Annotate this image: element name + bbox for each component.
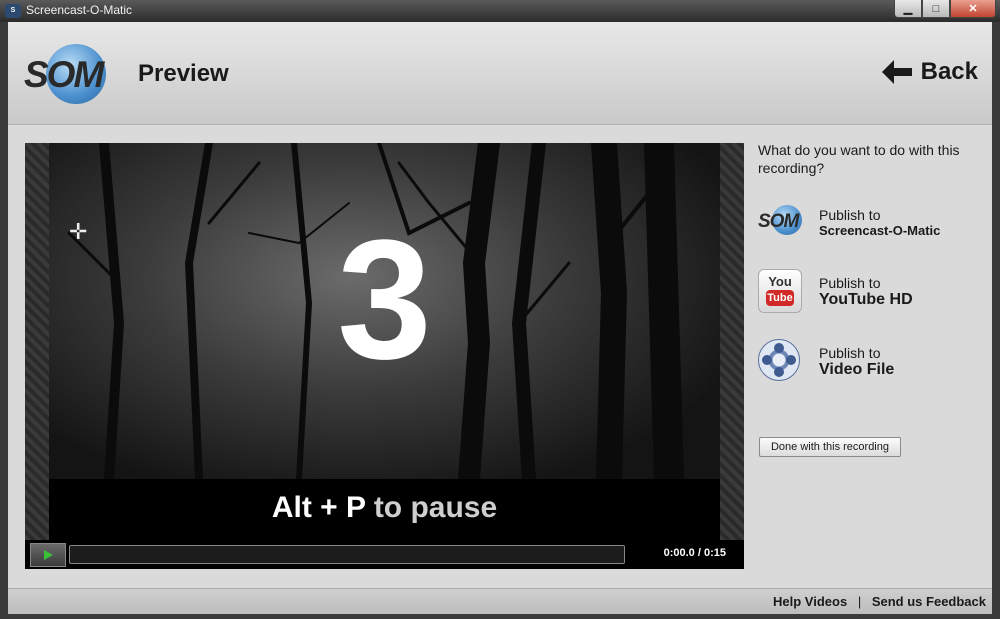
help-videos-link[interactable]: Help Videos: [773, 594, 847, 609]
total-time: 0:15: [703, 547, 726, 559]
letterbox-right: [720, 143, 744, 540]
film-reel-icon: [758, 339, 804, 385]
letterbox-left: [25, 143, 49, 540]
countdown-number: 3: [337, 205, 432, 395]
maximize-button[interactable]: □: [922, 0, 950, 18]
publish-question: What do you want to do with this recordi…: [758, 142, 960, 176]
play-button[interactable]: [30, 543, 66, 567]
time-display: 0:00.0 / 0:15: [664, 547, 726, 559]
publish-video-file-option[interactable]: Publish to Video File: [758, 339, 894, 385]
close-button[interactable]: ✕: [950, 0, 996, 18]
option-line2: Video File: [819, 361, 895, 378]
option-line2: Screencast-O-Matic: [819, 222, 941, 238]
option-line1: Publish to: [819, 275, 881, 291]
option-line2: YouTube HD: [819, 291, 913, 308]
pause-hint-keys: Alt + P: [271, 491, 366, 524]
time-separator: /: [697, 547, 701, 559]
done-with-recording-button[interactable]: Done with this recording: [759, 437, 901, 457]
youtube-icon: You Tube: [758, 269, 804, 315]
current-time: 0:00.0: [663, 547, 695, 559]
back-button[interactable]: Back: [881, 58, 978, 86]
minimize-button[interactable]: ▁: [894, 0, 922, 18]
progress-bar[interactable]: [69, 545, 625, 564]
playback-controls: 0:00.0 / 0:15: [25, 540, 744, 569]
footer: Help Videos | Send us Feedback: [8, 588, 992, 614]
footer-links: Help Videos | Send us Feedback: [773, 594, 986, 609]
footer-separator: |: [857, 594, 862, 609]
window-title-bar[interactable]: S Screencast-O-Matic ▁ □ ✕: [0, 0, 1000, 22]
publish-youtube-option[interactable]: You Tube Publish to YouTube HD: [758, 269, 913, 315]
send-feedback-link[interactable]: Send us Feedback: [872, 594, 986, 609]
publish-screencast-o-matic-option[interactable]: SOM Publish to Screencast-O-Matic: [758, 199, 940, 245]
header: SOM Preview Back: [8, 22, 992, 125]
app-icon: S: [5, 4, 21, 18]
video-preview[interactable]: ✛ 3 Alt + P to pause 0:00.0 / 0:15: [25, 143, 744, 569]
som-icon: SOM: [758, 199, 804, 245]
pause-hint: Alt + P to pause: [49, 491, 720, 525]
logo-text: SOM: [24, 54, 104, 95]
arrow-left-icon: [881, 60, 912, 84]
window-title: Screencast-O-Matic: [26, 3, 133, 17]
back-label: Back: [920, 58, 978, 85]
option-line1: Publish to: [819, 345, 881, 361]
pause-hint-action: to pause: [373, 491, 498, 524]
app-client-area: SOM Preview Back ✛ 3 Alt + P to pause 0:…: [8, 22, 992, 614]
window-controls: ▁ □ ✕: [894, 0, 996, 18]
som-logo: SOM: [24, 40, 118, 108]
play-icon: [44, 550, 53, 560]
page-title: Preview: [138, 60, 229, 87]
option-line1: Publish to: [819, 206, 881, 223]
publish-panel: What do you want to do with this recordi…: [758, 141, 988, 457]
